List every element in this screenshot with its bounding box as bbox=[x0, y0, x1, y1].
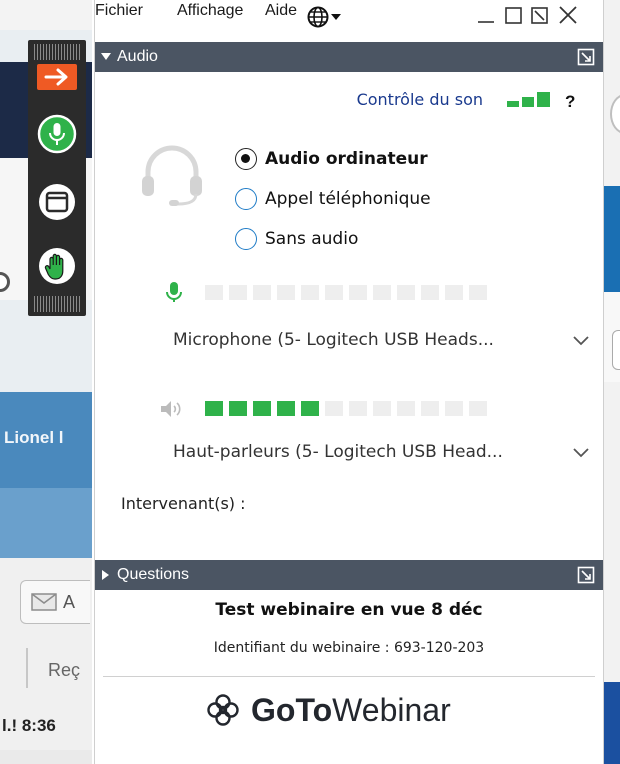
level-segment bbox=[397, 401, 415, 416]
microphone-toggle-button[interactable] bbox=[37, 114, 77, 154]
minimize-icon[interactable] bbox=[475, 4, 497, 26]
sound-control-link[interactable]: Contrôle du son bbox=[357, 90, 483, 109]
radio-option-phone-call[interactable]: Appel téléphonique bbox=[235, 188, 431, 210]
radio-button[interactable] bbox=[235, 188, 257, 210]
level-segment bbox=[445, 401, 463, 416]
menu-bar: Fichier Affichage Aide bbox=[95, 0, 603, 36]
level-segment bbox=[349, 401, 367, 416]
level-segment bbox=[253, 401, 271, 416]
language-menu[interactable] bbox=[307, 6, 341, 28]
microphone-select[interactable]: Microphone (5- Logitech USB Heads... bbox=[161, 322, 595, 358]
radio-label: Appel téléphonique bbox=[265, 189, 431, 209]
chevron-down-icon bbox=[573, 336, 589, 346]
level-segment bbox=[325, 285, 343, 300]
divider bbox=[103, 676, 595, 677]
gotowebinar-flower-icon bbox=[207, 694, 239, 726]
level-segment bbox=[205, 401, 223, 416]
radio-button[interactable] bbox=[235, 228, 257, 250]
questions-section-title: Questions bbox=[117, 566, 190, 583]
speaker-level-icon bbox=[161, 401, 181, 417]
level-segment bbox=[421, 285, 439, 300]
sound-control-row: Contrôle du son bbox=[95, 90, 483, 109]
headset-icon bbox=[142, 145, 202, 206]
popout-icon[interactable] bbox=[577, 48, 595, 66]
control-bar-grip-top[interactable] bbox=[34, 44, 80, 60]
background-received-fragment: Reç bbox=[48, 660, 81, 680]
radio-label: Audio ordinateur bbox=[265, 149, 428, 169]
dock-icon[interactable] bbox=[529, 4, 551, 26]
audio-section-title: Audio bbox=[117, 48, 158, 65]
menu-file[interactable]: Fichier bbox=[95, 2, 143, 20]
webinar-title: Test webinaire en vue 8 déc bbox=[215, 600, 483, 620]
level-segment bbox=[421, 401, 439, 416]
level-segment bbox=[445, 285, 463, 300]
level-segment bbox=[205, 285, 223, 300]
logo-text: GoToWebinar bbox=[251, 692, 451, 729]
expand-triangle-icon bbox=[95, 570, 117, 580]
level-segment bbox=[373, 401, 391, 416]
mail-icon bbox=[31, 593, 57, 611]
control-bar bbox=[28, 40, 86, 316]
menu-view[interactable]: Affichage bbox=[177, 2, 243, 20]
level-segment bbox=[469, 285, 487, 300]
level-segment bbox=[301, 401, 319, 416]
popout-icon[interactable] bbox=[577, 566, 595, 584]
speaker-level-meter bbox=[205, 401, 487, 416]
logo-webinar: Webinar bbox=[332, 691, 451, 728]
screen-view-button[interactable] bbox=[37, 182, 77, 222]
level-segment bbox=[301, 285, 319, 300]
close-icon[interactable] bbox=[557, 4, 579, 26]
level-segment bbox=[229, 401, 247, 416]
radio-button[interactable] bbox=[235, 148, 257, 170]
microphone-level-meter bbox=[205, 285, 487, 300]
background-name-fragment: Lionel l bbox=[4, 428, 64, 447]
level-segment bbox=[349, 285, 367, 300]
level-segment bbox=[373, 285, 391, 300]
window-icon bbox=[39, 184, 75, 220]
background-mail-button[interactable]: A bbox=[20, 580, 90, 624]
caret-down-icon bbox=[331, 14, 341, 20]
level-segment bbox=[277, 285, 295, 300]
speakers-label: Intervenant(s) : bbox=[121, 494, 246, 513]
help-button[interactable]: ? bbox=[565, 92, 575, 112]
questions-section-header[interactable]: Questions bbox=[95, 560, 603, 590]
level-segment bbox=[229, 285, 247, 300]
radio-option-no-audio[interactable]: Sans audio bbox=[235, 228, 358, 250]
microphone-level-icon bbox=[166, 282, 182, 302]
level-segment bbox=[325, 401, 343, 416]
audio-section-header[interactable]: Audio bbox=[95, 42, 603, 72]
gotowebinar-logo: GoToWebinar bbox=[205, 690, 451, 730]
webinar-id: Identifiant du webinaire : 693-120-203 bbox=[213, 640, 485, 656]
gotowebinar-panel: Fichier Affichage Aide Audio Contrôle du… bbox=[94, 0, 604, 764]
speaker-select[interactable]: Haut-parleurs (5- Logitech USB Head... bbox=[161, 434, 595, 470]
arrow-right-icon bbox=[37, 64, 77, 90]
menu-help[interactable]: Aide bbox=[265, 2, 297, 20]
microphone-select-value: Microphone (5- Logitech USB Heads... bbox=[173, 330, 494, 350]
background-time-fragment: l.! 8:36 bbox=[2, 716, 56, 735]
level-segment bbox=[277, 401, 295, 416]
background-mail-label: A bbox=[63, 591, 76, 612]
collapse-triangle-icon bbox=[95, 53, 117, 61]
background-app-right bbox=[604, 0, 620, 764]
raise-hand-icon bbox=[39, 248, 75, 284]
level-segment bbox=[469, 401, 487, 416]
show-panel-button[interactable] bbox=[37, 64, 77, 90]
raise-hand-button[interactable] bbox=[37, 246, 77, 286]
chevron-down-icon bbox=[573, 448, 589, 458]
logo-goto: GoTo bbox=[251, 691, 333, 728]
maximize-icon[interactable] bbox=[503, 4, 525, 26]
radio-option-computer-audio[interactable]: Audio ordinateur bbox=[235, 148, 428, 170]
level-segment bbox=[397, 285, 415, 300]
level-segment bbox=[253, 285, 271, 300]
globe-icon bbox=[307, 6, 329, 28]
microphone-icon bbox=[37, 114, 77, 154]
signal-strength-icon bbox=[507, 92, 550, 107]
radio-label: Sans audio bbox=[265, 229, 359, 249]
control-bar-grip-bottom[interactable] bbox=[34, 296, 80, 312]
speaker-select-value: Haut-parleurs (5- Logitech USB Head... bbox=[173, 442, 503, 462]
